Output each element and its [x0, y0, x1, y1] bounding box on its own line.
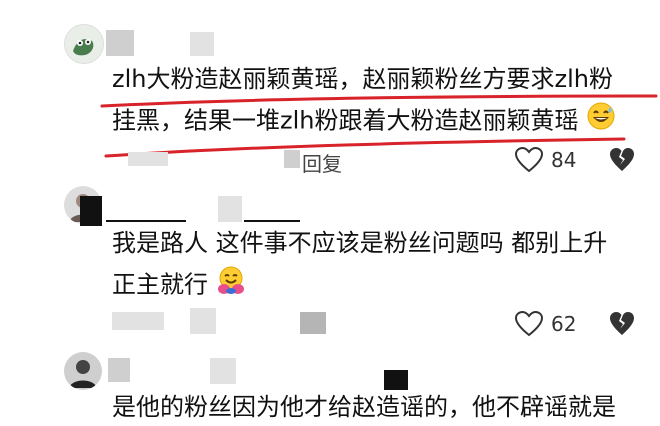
avatar-image-icon: [65, 25, 103, 63]
heart-outline-icon: [515, 147, 543, 173]
reply-button[interactable]: 回复: [302, 148, 342, 177]
blurred-username-line: [106, 220, 186, 222]
comment-text-line-2-content: 正主就行: [112, 270, 208, 299]
broken-heart-icon: [610, 148, 634, 171]
comment-text-line-1: 是他的粉丝因为他才给赵造谣的，他不辟谣就是: [112, 393, 616, 421]
blurred-username-block: [218, 196, 242, 222]
blurred-avatar-overlay: [80, 196, 102, 226]
avatar[interactable]: [64, 352, 102, 390]
blurred-username-extra: [190, 32, 214, 56]
like-button[interactable]: 62: [515, 311, 576, 337]
blurred-meta: [190, 308, 216, 334]
comment-text-line-2-content: 挂黑，结果一堆zlh粉跟着大粉造赵丽颖黄瑶: [112, 106, 579, 135]
avatar[interactable]: [64, 24, 104, 64]
heart-outline-icon: [515, 311, 543, 337]
blurred-time: [112, 312, 164, 330]
broken-heart-icon: [610, 312, 634, 335]
like-count: 62: [551, 312, 577, 336]
comment-text-line-2: 正主就行: [112, 265, 246, 306]
blurred-time: [128, 152, 168, 166]
blurred-username: [106, 30, 134, 56]
comment-text-line-1: zlh大粉造赵丽颖黄瑶，赵丽颖粉丝方要求zlh粉: [112, 65, 613, 93]
like-count: 84: [551, 148, 577, 172]
blurred-location: [300, 312, 326, 334]
avatar-image-icon: [64, 352, 102, 390]
blurred-location: [284, 150, 300, 168]
blurred-username-extra: [210, 358, 236, 384]
hugging-emoji-icon: [216, 265, 246, 306]
comment-text-line-1: 我是路人 这件事不应该是粉丝问题吗 都别上升: [112, 229, 608, 257]
blurred-username-line-2: [244, 220, 300, 222]
blurred-username: [108, 358, 130, 382]
dislike-button[interactable]: [609, 147, 635, 173]
dislike-button[interactable]: [609, 311, 635, 337]
blurred-username-dark: [384, 370, 408, 390]
like-button[interactable]: 84: [515, 147, 576, 173]
